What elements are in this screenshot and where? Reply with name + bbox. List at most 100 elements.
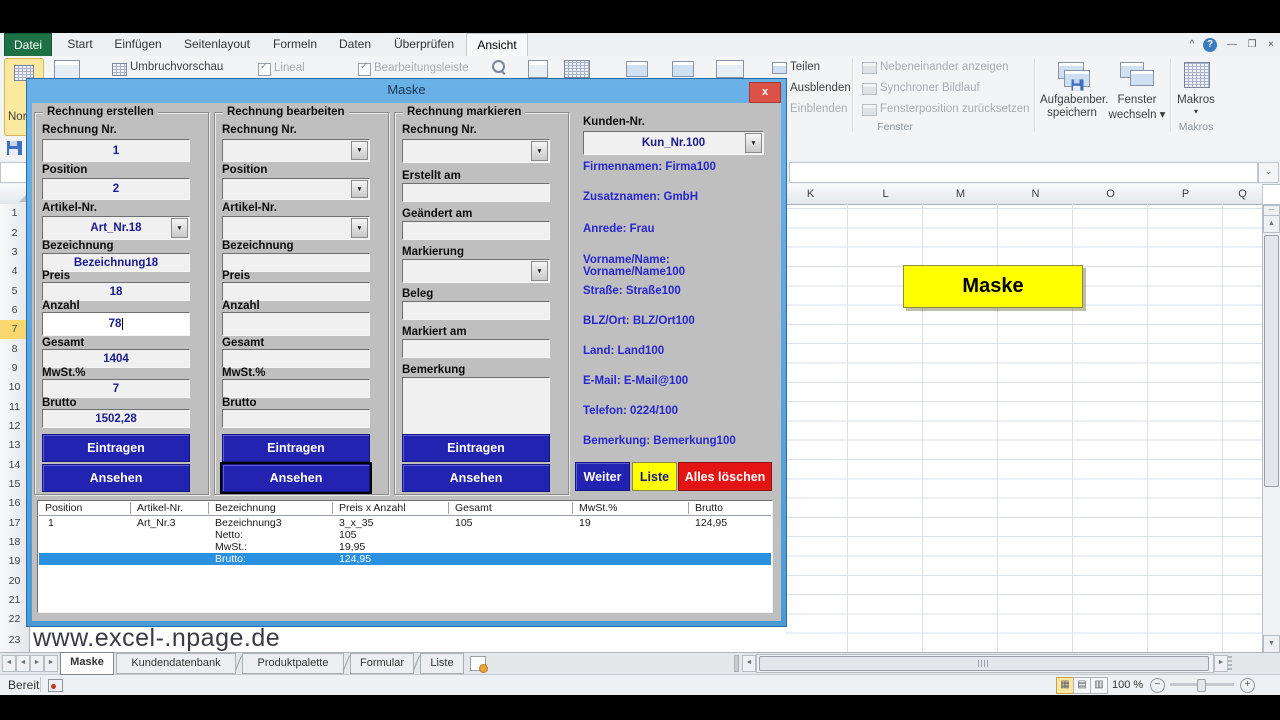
dropdown-button[interactable]: [351, 218, 368, 238]
umbruchvorschau-label[interactable]: Umbruchvorschau: [130, 61, 223, 73]
ansehen-button[interactable]: Ansehen: [42, 464, 190, 492]
hscroll-left-icon[interactable]: ◄: [742, 655, 756, 672]
column-header-P[interactable]: P: [1148, 184, 1224, 205]
rechnung-nr-combo[interactable]: [402, 139, 550, 163]
zoom-level-label[interactable]: 100 %: [1112, 679, 1143, 691]
scroll-down-icon[interactable]: ▼: [1263, 635, 1280, 653]
liste-button[interactable]: Liste: [632, 462, 677, 491]
dialog-close-button[interactable]: x: [749, 82, 781, 103]
vertical-scrollbar[interactable]: — ▲ ▼: [1262, 204, 1280, 654]
zoom-slider-thumb[interactable]: [1197, 679, 1206, 692]
ribbon-collapse-icon[interactable]: ^: [1184, 38, 1200, 52]
maske-macro-button[interactable]: Maske: [903, 265, 1083, 308]
rechnung-nr-combo[interactable]: [222, 139, 370, 162]
markiert-am-field[interactable]: [402, 339, 550, 358]
tab-start[interactable]: Start: [56, 33, 104, 56]
invoice-listbox[interactable]: Position Artikel-Nr. Bezeichnung Preis x…: [37, 500, 773, 613]
sheet-tab-formular[interactable]: Formular: [350, 653, 414, 674]
lineal-checkbox[interactable]: [258, 63, 271, 76]
minimize-icon[interactable]: —: [1224, 38, 1240, 52]
tab-ansicht[interactable]: Ansicht: [466, 33, 528, 57]
vertical-scroll-thumb[interactable]: [1264, 235, 1279, 487]
bearbeitungsleiste-label[interactable]: Bearbeitungsleiste: [374, 62, 469, 74]
formula-input[interactable]: [789, 162, 1258, 183]
eintragen-button[interactable]: Eintragen: [402, 434, 550, 462]
geaendert-am-field[interactable]: [402, 221, 550, 240]
lineal-label[interactable]: Lineal: [274, 62, 305, 74]
list-row[interactable]: 1 Art_Nr.3 Bezeichnung3 3_x_35 105 19 12…: [39, 517, 771, 529]
tab-formeln[interactable]: Formeln: [264, 33, 326, 56]
markierung-combo[interactable]: [402, 259, 550, 283]
brutto-field[interactable]: 1502,28: [42, 409, 190, 428]
gesamt-field[interactable]: 1404: [42, 349, 190, 368]
eintragen-button[interactable]: Eintragen: [42, 434, 190, 462]
position-field[interactable]: 2: [42, 178, 190, 200]
next-sheet-icon[interactable]: ►: [30, 655, 44, 672]
close-icon[interactable]: ×: [1263, 38, 1279, 52]
tab-split-handle[interactable]: [734, 655, 739, 672]
artikel-nr-combo[interactable]: [222, 216, 370, 240]
rechnung-nr-field[interactable]: 1: [42, 139, 190, 162]
view-normal-icon[interactable]: ▦: [1056, 677, 1074, 694]
tab-ueberpruefen[interactable]: Überprüfen: [384, 33, 464, 56]
ansehen-button[interactable]: Ansehen: [402, 464, 550, 492]
scroll-up-icon[interactable]: ▲: [1263, 215, 1280, 233]
beleg-field[interactable]: [402, 301, 550, 320]
formula-bar-expand-icon[interactable]: ⌄: [1258, 162, 1279, 183]
sheet-tab-kundendatenbank[interactable]: Kundendatenbank: [116, 653, 236, 674]
dropdown-button[interactable]: [531, 141, 548, 161]
column-header-O[interactable]: O: [1073, 184, 1149, 205]
column-header-N[interactable]: N: [998, 184, 1074, 205]
horizontal-scrollbar[interactable]: [756, 654, 1214, 673]
dropdown-button[interactable]: [351, 180, 368, 198]
last-sheet-icon[interactable]: ►: [44, 655, 58, 672]
position-combo[interactable]: [222, 178, 370, 200]
row-header-23[interactable]: 23: [0, 629, 30, 653]
zoom-100-icon[interactable]: [528, 60, 548, 78]
erstellt-am-field[interactable]: [402, 183, 550, 202]
help-icon[interactable]: ?: [1203, 38, 1217, 52]
column-header-M[interactable]: M: [923, 184, 999, 205]
sheet-tab-maske[interactable]: Maske: [60, 652, 114, 675]
dropdown-button[interactable]: [531, 261, 548, 281]
first-sheet-icon[interactable]: ◄: [2, 655, 16, 672]
list-row[interactable]: Netto: 105: [39, 529, 771, 541]
view-page-break-icon[interactable]: ▥: [1090, 677, 1108, 694]
zoom-selection-icon[interactable]: [564, 60, 590, 78]
mwst-field[interactable]: 7: [42, 379, 190, 398]
einblenden-label[interactable]: Einblenden: [790, 103, 848, 115]
dropdown-button[interactable]: [171, 218, 188, 238]
column-header-L[interactable]: L: [848, 184, 924, 205]
weiter-button[interactable]: Weiter: [575, 462, 630, 491]
brutto-field[interactable]: [222, 409, 370, 428]
ansehen-button-focused[interactable]: Ansehen: [222, 464, 370, 492]
tab-einfuegen[interactable]: Einfügen: [106, 33, 170, 56]
hscroll-right-icon[interactable]: ►: [1214, 655, 1228, 672]
zoom-lens-icon[interactable]: [492, 60, 505, 73]
list-row-selected[interactable]: Brutto: 124,95: [39, 553, 771, 565]
scrollbar-resize-grip[interactable]: [1228, 655, 1232, 670]
kunden-nr-combo[interactable]: Kun_Nr.100: [583, 131, 764, 155]
page-layout-icon[interactable]: [54, 60, 80, 79]
tab-seitenlayout[interactable]: Seitenlayout: [172, 33, 262, 56]
macro-record-icon[interactable]: [48, 679, 63, 692]
artikel-nr-combo[interactable]: Art_Nr.18: [42, 216, 190, 240]
sheet-tab-liste[interactable]: Liste: [420, 653, 464, 674]
zoom-in-icon[interactable]: +: [1240, 678, 1255, 693]
tab-datei[interactable]: Datei: [4, 33, 52, 58]
dropdown-button[interactable]: [745, 133, 762, 153]
anzahl-field-focused[interactable]: 78: [42, 312, 190, 336]
preis-field[interactable]: 18: [42, 282, 190, 301]
name-box[interactable]: [0, 162, 29, 183]
dropdown-button[interactable]: [351, 141, 368, 160]
column-header-Q[interactable]: Q: [1223, 184, 1263, 205]
tab-daten[interactable]: Daten: [328, 33, 382, 56]
arrange-all-icon[interactable]: [672, 61, 694, 77]
bemerkung-textarea[interactable]: [402, 377, 550, 435]
list-row[interactable]: MwSt.: 19,95: [39, 541, 771, 553]
teilen-label[interactable]: Teilen: [790, 61, 820, 73]
save-icon[interactable]: [7, 141, 22, 155]
sheet-tab-produktpalette[interactable]: Produktpalette: [242, 653, 344, 674]
view-page-layout-icon[interactable]: ▤: [1073, 677, 1091, 694]
fenster-wechseln-button[interactable]: Fenster wechseln ▾: [1106, 56, 1168, 136]
